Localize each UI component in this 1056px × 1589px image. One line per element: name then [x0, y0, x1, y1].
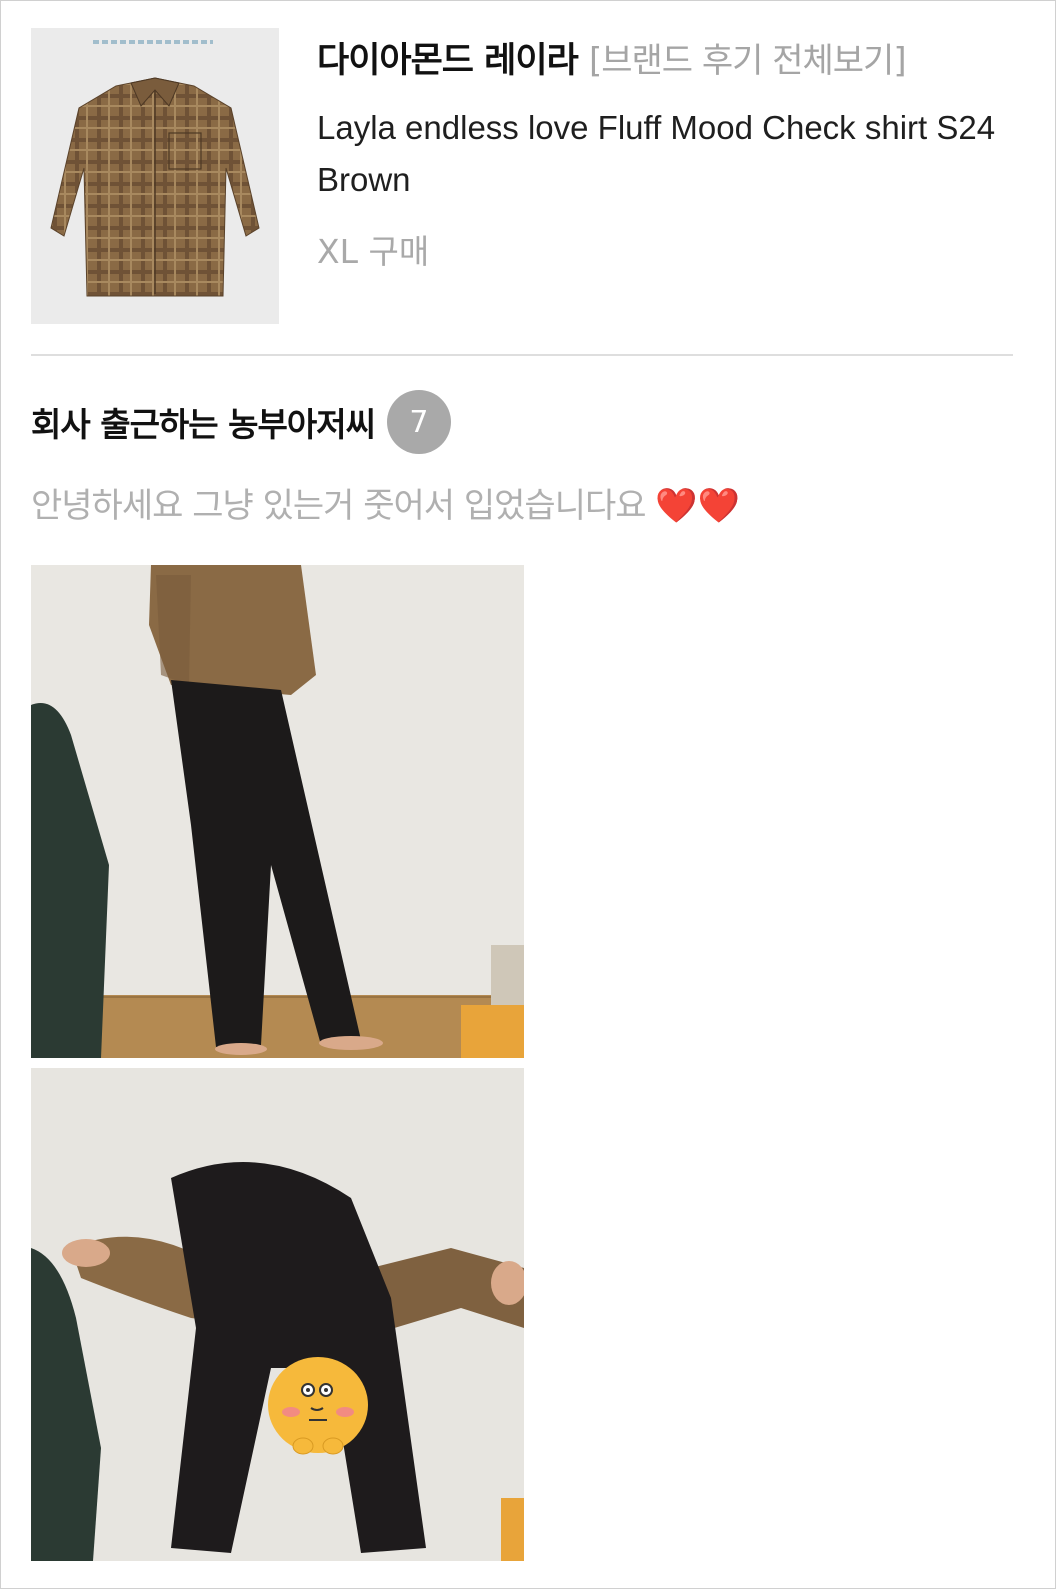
sticker-icon [268, 1357, 368, 1455]
bending-outfit-photo [31, 1068, 524, 1561]
product-name[interactable]: Layla endless love Fluff Mood Check shir… [317, 102, 1021, 206]
reviewer-row: 회사 출근하는 농부아저씨 7 [31, 390, 451, 454]
brand-review-link[interactable]: [브랜드 후기 전체보기] [589, 41, 907, 81]
product-info: 다이아몬드 레이라 [브랜드 후기 전체보기] Layla endless lo… [317, 28, 1021, 278]
review-photo-1[interactable] [31, 565, 524, 1058]
purchase-option: XL 구매 [317, 232, 430, 271]
product-thumbnail[interactable] [31, 28, 279, 324]
divider [31, 354, 1013, 356]
standing-outfit-photo [31, 565, 524, 1058]
thumbnail-brand-text [93, 40, 213, 44]
brand-row: 다이아몬드 레이라 [브랜드 후기 전체보기] [317, 28, 1021, 94]
review-body: 안녕하세요 그냥 있는거 줏어서 입었습니다요 ❤️❤️ [31, 478, 740, 534]
brand-name[interactable]: 다이아몬드 레이라 [317, 41, 579, 81]
heart-icon: ❤️❤️ [655, 486, 741, 526]
checked-shirt-image [50, 77, 260, 297]
product-header: 다이아몬드 레이라 [브랜드 후기 전체보기] Layla endless lo… [31, 28, 1021, 328]
reviewer-name[interactable]: 회사 출근하는 농부아저씨 [31, 398, 376, 446]
level-badge: 7 [386, 390, 451, 454]
review-photo-2[interactable] [31, 1068, 524, 1561]
review-text: 안녕하세요 그냥 있는거 줏어서 입었습니다요 [31, 486, 647, 526]
